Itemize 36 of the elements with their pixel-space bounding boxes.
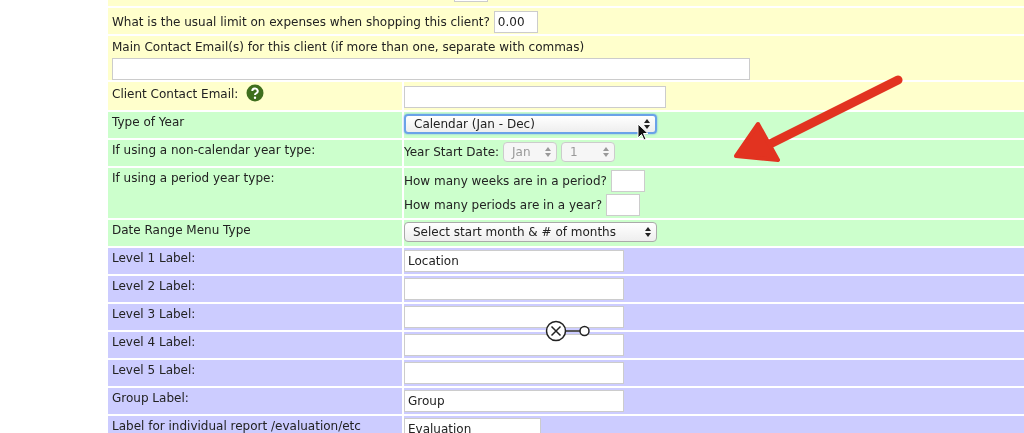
input-field[interactable] [112, 58, 750, 80]
field-label: Label for individual report /evaluation/etc [112, 418, 361, 433]
input-field[interactable]: Evaluation [404, 418, 541, 433]
field-label: How many periods are in a year? [404, 198, 603, 212]
input-field[interactable] [404, 86, 666, 108]
input-field[interactable] [404, 306, 624, 328]
field-label: Level 1 Label: [112, 250, 196, 266]
field-label: Group Label: [112, 390, 189, 406]
input-field[interactable]: Location [404, 250, 624, 272]
dropdown[interactable]: Calendar (Jan - Dec) [404, 114, 657, 134]
input-field[interactable] [610, 170, 645, 192]
input-field[interactable] [404, 362, 624, 384]
input-field[interactable] [404, 334, 624, 356]
dropdown[interactable]: Select start month & # of months [404, 222, 657, 242]
help-icon[interactable] [246, 84, 265, 102]
up-down-caret-icon [545, 147, 552, 157]
field-label: Client Contact Email: [112, 86, 239, 102]
field-label: How many weeks are in a period? [404, 174, 607, 188]
field-label: Level 3 Label: [112, 306, 196, 322]
field-label: Main Contact Email(s) for this client (if more than one, separate with commas) [112, 40, 585, 54]
up-down-caret-icon [645, 227, 651, 237]
input-field[interactable]: 0.00 [493, 11, 538, 33]
field-label: What is the usual limit on expenses when shopping this client? [112, 14, 490, 30]
up-down-caret-icon [644, 119, 650, 129]
field-label: Type of Year [112, 114, 185, 130]
field-label: Level 4 Label: [112, 334, 196, 350]
field-label: If using a non-calendar year type: [112, 142, 316, 158]
field-label: Year Start Date: [404, 145, 500, 159]
input-field[interactable] [606, 194, 641, 216]
field-label: If using a period year type: [112, 170, 275, 186]
input-field[interactable] [404, 278, 624, 300]
field-label: Level 5 Label: [112, 362, 196, 378]
up-down-caret-icon [603, 147, 610, 157]
field-label: Level 2 Label: [112, 278, 196, 294]
input-field[interactable]: Group [404, 390, 624, 412]
field-label: Date Range Menu Type [112, 222, 251, 238]
